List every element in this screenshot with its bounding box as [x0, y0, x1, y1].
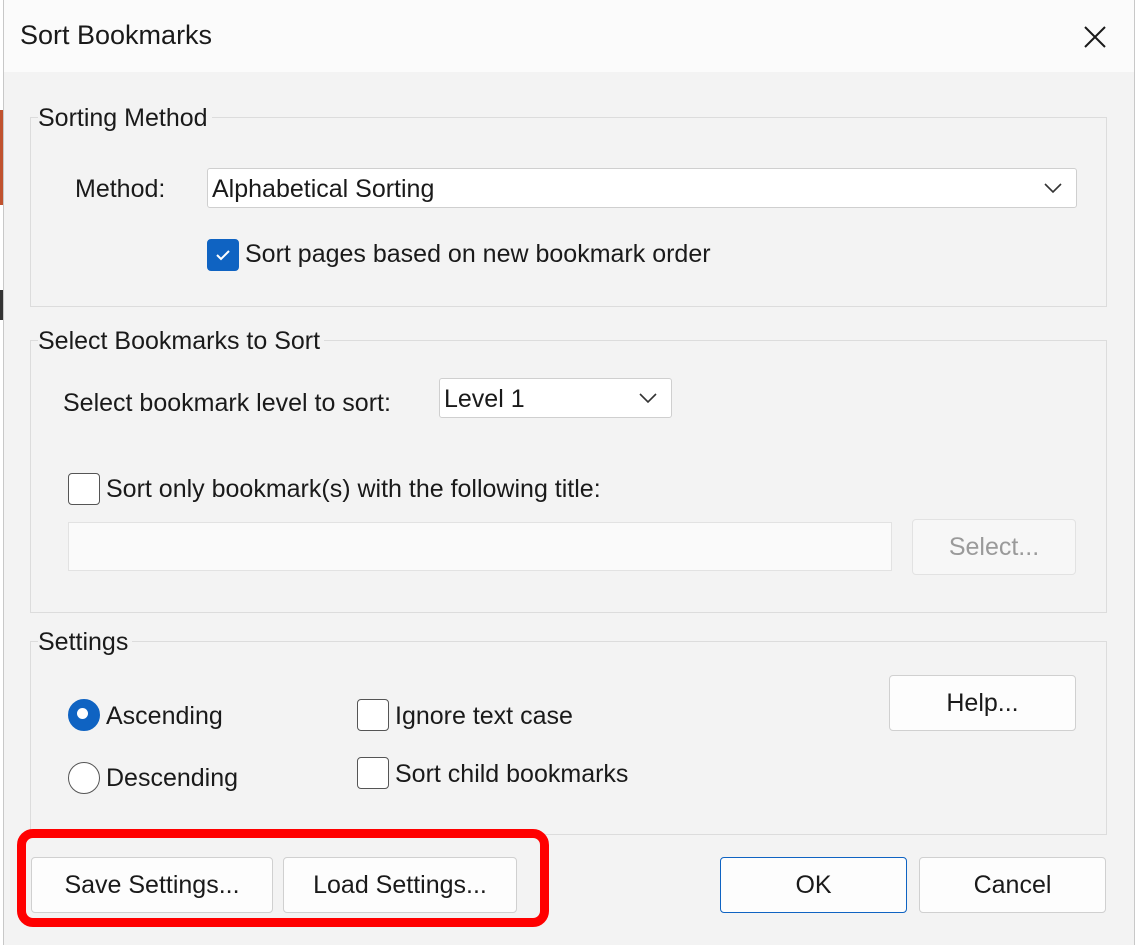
- settings-group: [30, 641, 1107, 835]
- descending-label: Descending: [106, 764, 239, 792]
- title-only-label: Sort only bookmark(s) with the following…: [106, 475, 601, 503]
- select-bookmarks-heading: Select Bookmarks to Sort: [38, 327, 325, 356]
- level-select[interactable]: Level 1: [439, 378, 672, 418]
- dialog-title: Sort Bookmarks: [20, 20, 213, 50]
- help-button[interactable]: Help...: [889, 675, 1076, 731]
- ignore-case-checkbox[interactable]: [357, 699, 389, 731]
- settings-heading: Settings: [38, 628, 133, 657]
- close-icon: [1084, 26, 1106, 48]
- save-settings-button[interactable]: Save Settings...: [31, 857, 273, 913]
- sort-child-label: Sort child bookmarks: [395, 760, 629, 788]
- ignore-case-label: Ignore text case: [395, 702, 573, 730]
- sort-bookmarks-dialog: Sort Bookmarks Sorting Method Method: Al…: [3, 0, 1135, 945]
- sorting-method-group: [30, 117, 1107, 307]
- load-settings-button[interactable]: Load Settings...: [283, 857, 517, 913]
- sort-child-checkbox[interactable]: [357, 757, 389, 789]
- ascending-radio[interactable]: [68, 699, 100, 731]
- chevron-down-icon: [1044, 183, 1062, 194]
- descending-radio[interactable]: [68, 762, 100, 794]
- title-only-checkbox[interactable]: [68, 473, 100, 505]
- title-bar: Sort Bookmarks: [4, 0, 1134, 72]
- ascending-label: Ascending: [106, 702, 223, 730]
- method-select-value: Alphabetical Sorting: [212, 175, 435, 203]
- method-label: Method:: [75, 175, 166, 203]
- ok-button[interactable]: OK: [720, 857, 907, 913]
- cancel-button[interactable]: Cancel: [919, 857, 1106, 913]
- checkmark-icon: [216, 250, 230, 261]
- level-select-value: Level 1: [444, 385, 525, 413]
- chevron-down-icon: [639, 393, 657, 404]
- close-button[interactable]: [1072, 14, 1118, 60]
- level-label: Select bookmark level to sort:: [63, 389, 391, 417]
- title-input[interactable]: [68, 522, 892, 571]
- sort-pages-checkbox[interactable]: [207, 239, 239, 271]
- method-select[interactable]: Alphabetical Sorting: [207, 168, 1077, 208]
- sort-pages-label: Sort pages based on new bookmark order: [245, 240, 711, 268]
- sorting-method-heading: Sorting Method: [38, 104, 212, 133]
- select-button[interactable]: Select...: [912, 519, 1076, 575]
